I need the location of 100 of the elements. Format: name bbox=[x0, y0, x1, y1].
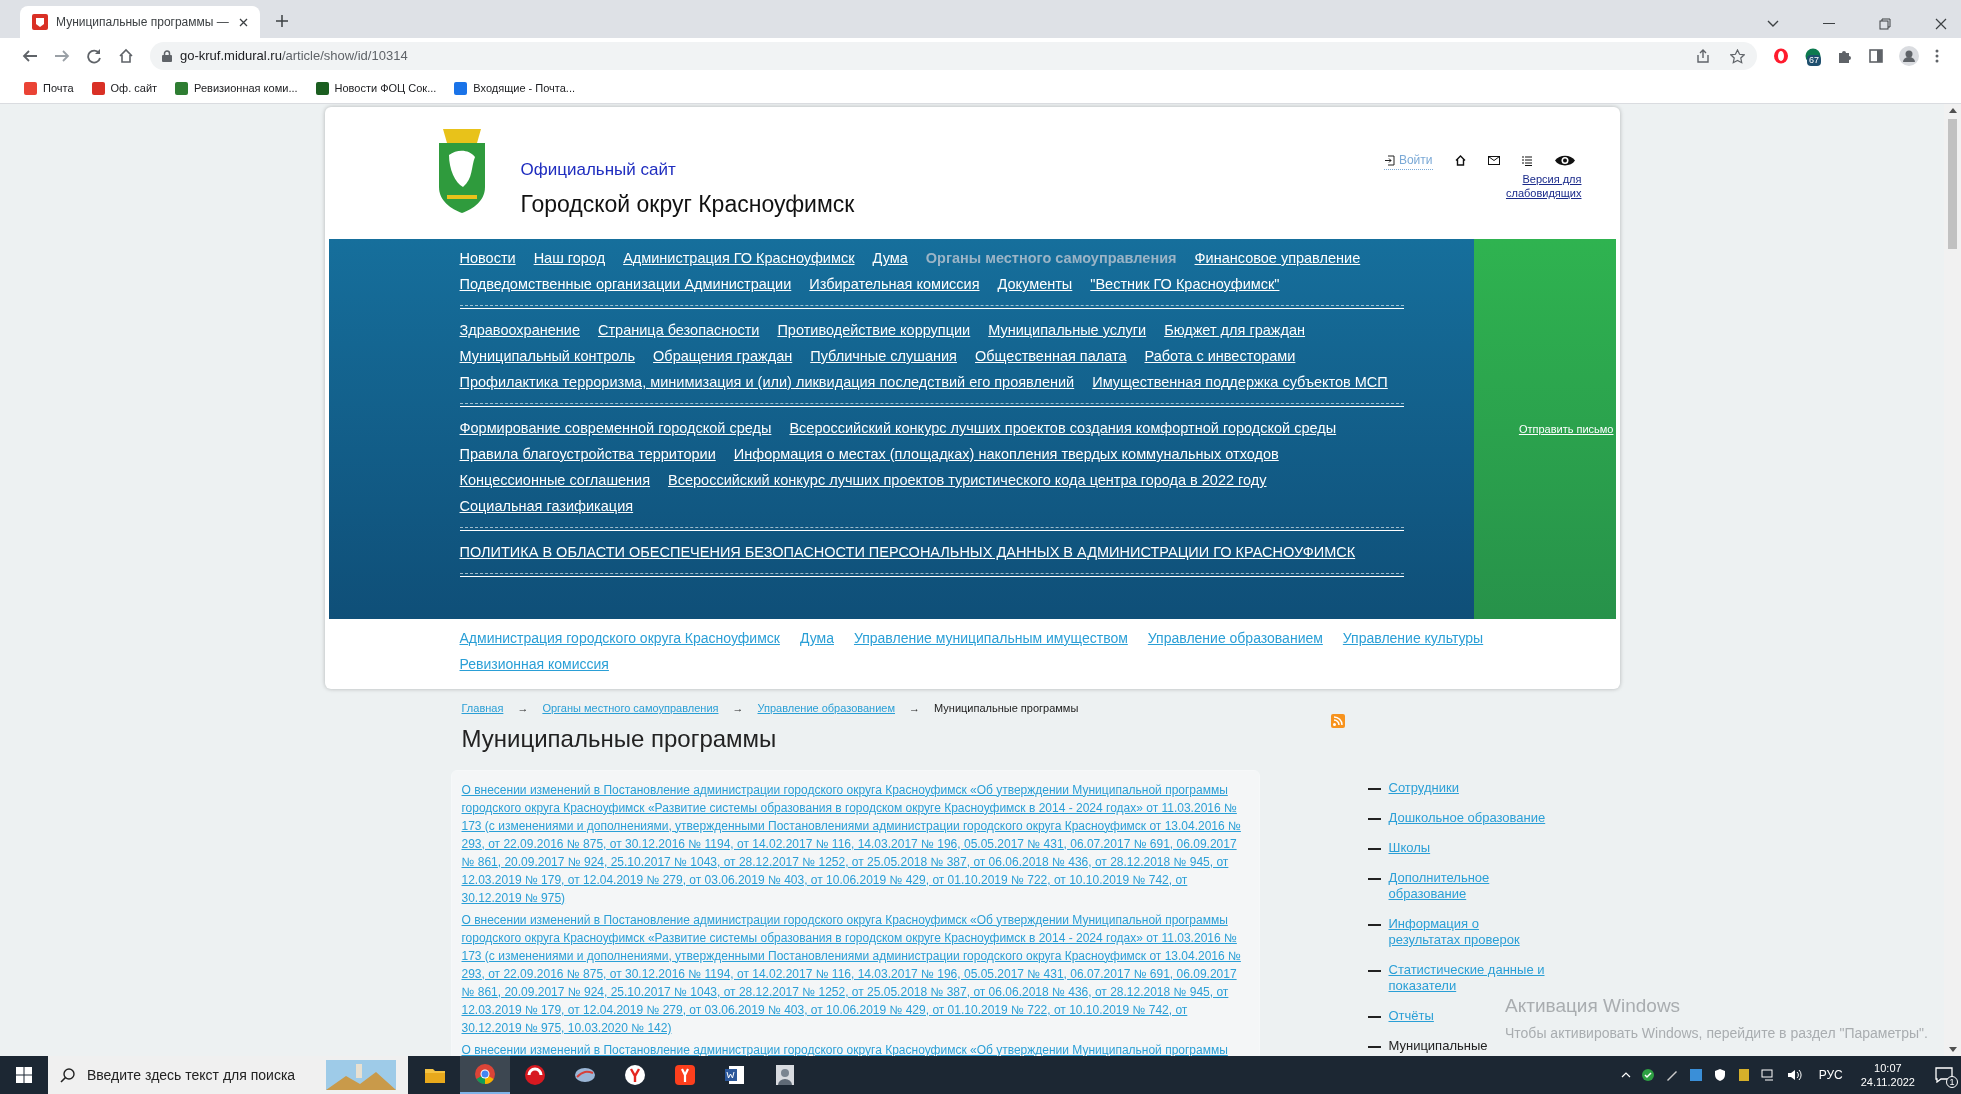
nav-link[interactable]: Профилактика терроризма, минимизация и (или) ликвидация последствий его проявлений bbox=[459, 369, 1075, 395]
browser-tab[interactable]: Муниципальные программы — bbox=[20, 6, 260, 38]
back-icon[interactable] bbox=[22, 48, 38, 64]
nav-link[interactable]: Концессионные соглашения bbox=[459, 467, 651, 493]
nav-link[interactable]: Противодействие коррупции bbox=[777, 317, 971, 343]
nav-link[interactable]: Всероссийский конкурс лучших проектов туристического кода центра города в 2022 году bbox=[668, 467, 1267, 493]
landscape-drawing bbox=[326, 1060, 396, 1090]
nav-link[interactable]: Общественная палата bbox=[975, 343, 1127, 369]
clock[interactable]: 10:07 24.11.2022 bbox=[1860, 1061, 1915, 1089]
reload-icon[interactable] bbox=[86, 48, 102, 64]
list-icon[interactable] bbox=[1521, 155, 1532, 166]
nav-link[interactable]: Администрация ГО Красноуфимск bbox=[623, 245, 855, 271]
shield-check-icon[interactable] bbox=[1640, 1068, 1655, 1082]
nav-link[interactable]: Документы bbox=[997, 271, 1073, 297]
nav-link[interactable]: Дума bbox=[872, 245, 908, 271]
nav-link[interactable]: Здравоохранение bbox=[459, 317, 580, 343]
windows-icon bbox=[16, 1067, 32, 1083]
share-icon[interactable] bbox=[1696, 49, 1710, 63]
nav-link[interactable]: Наш город bbox=[533, 245, 606, 271]
notification-icon[interactable] bbox=[1935, 1067, 1953, 1083]
y-circle-icon bbox=[623, 1063, 647, 1087]
nav-link[interactable]: Информация о местах (площадках) накопления твердых коммунальных отходов bbox=[733, 441, 1279, 467]
search-icon bbox=[60, 1067, 75, 1083]
portrait-drawing bbox=[773, 1063, 797, 1087]
send-letter-link[interactable]: Отправить письмо bbox=[1518, 420, 1614, 438]
page-title: Муниципальные программы bbox=[461, 723, 778, 754]
nav-link[interactable]: Муниципальные услуги bbox=[988, 317, 1147, 343]
shield-icon[interactable] bbox=[1712, 1068, 1727, 1082]
nav-link[interactable]: Обращения граждан bbox=[653, 343, 793, 369]
dash-icon bbox=[1367, 924, 1381, 926]
window-icon[interactable] bbox=[1688, 1068, 1703, 1082]
nav-link[interactable]: Избирательная комиссия bbox=[809, 271, 980, 297]
nav-link[interactable]: Финансовое управление bbox=[1194, 245, 1361, 271]
scrollbar-thumb[interactable] bbox=[1948, 119, 1957, 249]
nav-link[interactable]: ПОЛИТИКА В ОБЛАСТИ ОБЕСПЕЧЕНИЯ БЕЗОПАСНОСТИ ПЕРСОНАЛЬНЫХ ДАННЫХ В АДМИНИСТРАЦИИ ГО КРАСНОУФИМСК bbox=[459, 539, 1356, 565]
bookmark[interactable]: Входящие - Почта... bbox=[454, 80, 575, 97]
close-icon[interactable] bbox=[1935, 18, 1947, 30]
accessibility-link[interactable]: Версия для слабовидящих bbox=[1491, 172, 1582, 200]
taskbar-search-field[interactable]: Введите здесь текст для поиска bbox=[48, 1056, 408, 1094]
new-tab-icon[interactable] bbox=[276, 15, 288, 27]
activation-text: Чтобы активировать Windows, перейдите в раздел "Параметры". bbox=[1505, 1023, 1928, 1043]
nav-link[interactable]: Социальная газификация bbox=[459, 493, 634, 519]
menu-icon[interactable] bbox=[1935, 49, 1939, 63]
language-indicator[interactable]: РУС bbox=[1818, 1066, 1843, 1084]
scroll-down-icon[interactable] bbox=[1948, 1047, 1957, 1052]
nav-link[interactable]: Имущественная поддержка субъектов МСП bbox=[1092, 369, 1388, 395]
dash-icon bbox=[1367, 1046, 1381, 1048]
close-icon[interactable] bbox=[239, 17, 248, 27]
nav-link[interactable]: "Вестник ГО Красноуфимск" bbox=[1090, 271, 1280, 297]
ring-icon[interactable] bbox=[1773, 48, 1789, 64]
login-icon bbox=[1383, 154, 1395, 166]
dash-icon bbox=[1367, 818, 1381, 820]
lock-icon[interactable] bbox=[162, 50, 172, 62]
extension-badge: 67 bbox=[1807, 55, 1821, 66]
bookmark[interactable]: Ревизионная коми... bbox=[175, 80, 298, 97]
dash-icon bbox=[1367, 970, 1381, 972]
activation-title: Активация Windows bbox=[1505, 994, 1681, 1018]
nav-link[interactable]: Формирование современной городской среды bbox=[459, 415, 772, 441]
subnav-link[interactable]: Управление образованием bbox=[1147, 625, 1323, 651]
nav-link[interactable]: Муниципальный контроль bbox=[459, 343, 636, 369]
mail-icon[interactable] bbox=[1487, 156, 1500, 165]
address-bar-url[interactable]: go-kruf.midural.ru/article/show/id/10314 bbox=[180, 46, 408, 66]
nav-link[interactable]: Работа с инвесторами bbox=[1144, 343, 1296, 369]
breadcrumb-separator: → bbox=[732, 701, 744, 716]
restore-icon[interactable] bbox=[1879, 18, 1891, 30]
home-icon[interactable] bbox=[1454, 155, 1466, 166]
nav-link[interactable]: Подведомственные организации Администрации bbox=[459, 271, 792, 297]
profile-icon[interactable] bbox=[1899, 46, 1919, 66]
sidebar-link[interactable]: Муниципальные bbox=[1388, 1038, 1488, 1054]
nav-link[interactable]: Страница безопасности bbox=[598, 317, 760, 343]
home-icon[interactable] bbox=[118, 48, 134, 64]
star-icon[interactable] bbox=[1730, 48, 1745, 64]
scroll-up-icon[interactable] bbox=[1948, 108, 1957, 113]
swoosh-icon bbox=[523, 1063, 547, 1087]
chevron-up-icon[interactable] bbox=[1620, 1072, 1631, 1078]
bookmark[interactable]: Новости ФОЦ Сок... bbox=[315, 80, 437, 97]
nav-link[interactable]: Новости bbox=[459, 245, 516, 271]
bookmark[interactable]: Оф. сайт bbox=[91, 80, 158, 97]
nav-link[interactable]: Всероссийский конкурс лучших проектов создания комфортной городской среды bbox=[789, 415, 1337, 441]
dash-icon bbox=[1367, 878, 1381, 880]
breadcrumb-separator: → bbox=[517, 701, 529, 716]
forward-icon[interactable] bbox=[54, 48, 70, 64]
dash-icon bbox=[1367, 1016, 1381, 1018]
nav-link[interactable]: Правила благоустройства территории bbox=[459, 441, 716, 467]
nav-link[interactable]: Бюджет для граждан bbox=[1164, 317, 1306, 343]
crest-icon bbox=[32, 14, 48, 30]
document-icon bbox=[723, 1063, 747, 1087]
nav-link[interactable]: Публичные слушания bbox=[810, 343, 957, 369]
chevron-icon[interactable] bbox=[1767, 20, 1779, 28]
side-panel-icon[interactable] bbox=[1869, 49, 1883, 63]
subnav-link[interactable]: Ревизионная комиссия bbox=[459, 651, 609, 677]
dash-icon bbox=[1367, 848, 1381, 850]
site-name: Городской округ Красноуфимск bbox=[520, 189, 855, 219]
chrome-icon bbox=[473, 1062, 497, 1086]
minimize-icon[interactable] bbox=[1823, 23, 1835, 25]
bookmark[interactable]: Почта bbox=[24, 80, 74, 97]
site-label: Официальный сайт bbox=[520, 159, 677, 181]
puzzle-icon[interactable] bbox=[1837, 48, 1853, 64]
eye-icon[interactable] bbox=[1553, 154, 1576, 167]
speaker-icon[interactable] bbox=[1786, 1068, 1803, 1082]
